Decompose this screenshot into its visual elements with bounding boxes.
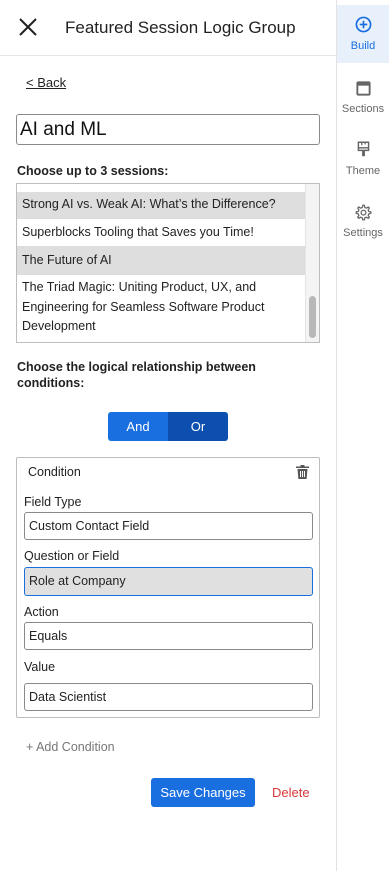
trash-icon[interactable] xyxy=(296,465,309,479)
session-item-strong-ai[interactable]: Strong AI vs. Weak AI: What’s the Differ… xyxy=(17,192,305,219)
field-type-label: Field Type xyxy=(24,495,82,509)
field-type-select[interactable]: Custom Contact Field xyxy=(24,512,313,540)
back-link[interactable]: < Back xyxy=(26,75,66,90)
rail-item-build[interactable]: Build xyxy=(337,5,389,63)
rail-item-settings[interactable]: Settings xyxy=(337,194,389,254)
rail-label-sections: Sections xyxy=(341,103,385,115)
paint-brush-icon xyxy=(357,141,370,157)
group-name-input[interactable] xyxy=(16,114,320,145)
plus-circle-icon xyxy=(355,16,372,33)
right-nav-rail: Build Sections Theme Settings xyxy=(337,0,389,871)
rail-label-theme: Theme xyxy=(345,165,381,177)
action-select[interactable]: Equals xyxy=(24,622,313,650)
question-select[interactable]: Role at Company xyxy=(24,567,313,596)
or-toggle-button[interactable]: Or xyxy=(168,412,228,441)
panel-header: Featured Session Logic Group xyxy=(0,0,336,56)
page-title: Featured Session Logic Group xyxy=(65,18,296,37)
scrollbar-thumb[interactable] xyxy=(309,296,316,338)
logic-label: Choose the logical relationship between … xyxy=(17,360,256,390)
session-item-future-of-ai[interactable]: The Future of AI xyxy=(17,247,305,275)
question-label: Question or Field xyxy=(24,549,120,563)
value-label: Value xyxy=(24,660,56,674)
condition-title: Condition xyxy=(28,465,81,479)
and-toggle-button[interactable]: And xyxy=(108,412,168,441)
sessions-label: Choose up to 3 sessions: xyxy=(17,164,169,178)
session-item-triad-magic[interactable]: The Triad Magic: Uniting Product, UX, an… xyxy=(17,276,305,342)
sessions-scrollbar[interactable] xyxy=(305,184,319,342)
sessions-list[interactable]: Strong AI vs. Weak AI: What’s the Differ… xyxy=(16,183,320,343)
session-item-superblocks[interactable]: Superblocks Tooling that Saves you Time! xyxy=(17,220,305,247)
condition-card: Condition Field Type Custom Contact Fiel… xyxy=(16,457,320,718)
rail-label-build: Build xyxy=(350,40,376,52)
close-icon[interactable] xyxy=(17,16,39,38)
rail-item-sections[interactable]: Sections xyxy=(337,70,389,130)
action-label: Action xyxy=(24,605,59,619)
logic-group-panel: Featured Session Logic Group < Back Choo… xyxy=(0,0,337,871)
logic-toggle: And Or xyxy=(108,412,228,441)
sections-icon xyxy=(356,81,371,96)
delete-button[interactable]: Delete xyxy=(272,785,310,800)
save-changes-button[interactable]: Save Changes xyxy=(151,778,255,807)
rail-label-settings: Settings xyxy=(343,227,383,239)
gear-icon xyxy=(355,204,372,221)
add-condition-button[interactable]: + Add Condition xyxy=(26,740,115,754)
value-input[interactable]: Data Scientist xyxy=(24,683,313,711)
rail-item-theme[interactable]: Theme xyxy=(337,132,389,192)
